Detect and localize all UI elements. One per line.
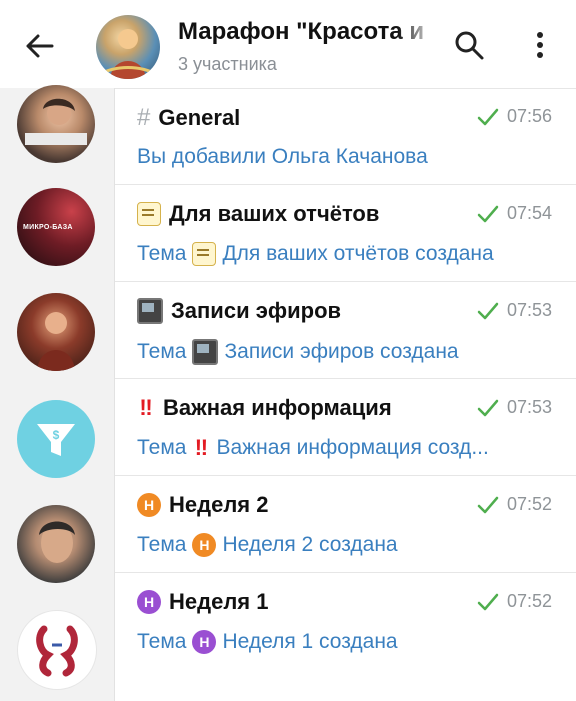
topic-title-row: Записи эфиров (137, 298, 341, 324)
topic-time-row: 07:54 (477, 203, 552, 224)
topic-title: Для ваших отчётов (169, 201, 380, 226)
message-prefix: Тема (137, 242, 187, 265)
topic-item-general[interactable]: # General 07:56 Вы добавили Ольга Качано… (115, 88, 576, 185)
check-icon (477, 302, 499, 319)
chat-title[interactable]: Марафон "Красота и (178, 18, 436, 48)
message-text: Важная информация созд... (216, 436, 489, 459)
search-icon (455, 31, 484, 60)
topic-item-week-2[interactable]: Н Неделя 2 07:52 Тема Н Неделя 2 создана (115, 476, 576, 573)
topic-item-recordings[interactable]: Записи эфиров 07:53 Тема Записи эфиров с… (115, 282, 576, 379)
tv-icon (192, 339, 219, 365)
message-text: Для ваших отчётов создана (222, 242, 494, 265)
avatar-mikro-baza[interactable]: МИКРО-БАЗА (17, 188, 95, 266)
message-text: Неделя 1 создана (222, 630, 398, 653)
group-avatar[interactable] (96, 15, 160, 79)
h-circle-orange-icon: Н (137, 493, 161, 517)
check-icon (477, 205, 499, 222)
topic-title-row: ‼ Важная информация (137, 395, 392, 421)
topic-item-week-1[interactable]: Н Неделя 1 07:52 Тема Н Неделя 1 создана (115, 573, 576, 669)
topic-time-row: 07:52 (477, 494, 552, 515)
topic-last-message: Вы добавили Ольга Качанова (137, 145, 428, 168)
message-prefix: Тема (137, 340, 187, 363)
message-prefix: Тема (137, 533, 187, 556)
avatar-logo[interactable] (17, 610, 97, 690)
avatar-woman-portrait[interactable] (17, 505, 95, 583)
topic-time-row: 07:52 (477, 591, 552, 612)
svg-text:$: $ (53, 428, 60, 442)
topic-last-message: Тема Н Неделя 1 создана (137, 630, 547, 654)
topic-time: 07:52 (506, 494, 552, 514)
arrow-left-icon (26, 34, 54, 58)
check-icon (477, 108, 499, 125)
topic-title-row: Н Неделя 1 (137, 589, 268, 615)
topic-last-message: Тема Н Неделя 2 создана (137, 533, 547, 557)
topic-title-row: Н Неделя 2 (137, 492, 268, 518)
memo-icon (192, 242, 217, 266)
chat-header: Марафон "Красота и 3 участника (0, 0, 576, 88)
topic-title: Неделя 2 (169, 492, 269, 517)
avatar-red-figure[interactable] (17, 293, 95, 371)
topic-title: Записи эфиров (171, 298, 342, 323)
topic-time: 07:54 (506, 203, 552, 223)
topic-time: 07:53 (506, 300, 552, 320)
topic-time: 07:52 (506, 591, 552, 611)
message-text: Записи эфиров создана (224, 340, 459, 363)
memo-icon (137, 202, 161, 226)
avatar-mikro-baza-text: МИКРО-БАЗА (23, 224, 73, 231)
topic-time-row: 07:56 (477, 106, 552, 127)
topic-title-row: # General (137, 104, 240, 132)
topic-title: Важная информация (163, 395, 392, 420)
avatar-funnel-dollar[interactable]: $ (17, 400, 95, 478)
back-button[interactable] (18, 24, 62, 68)
check-icon (477, 496, 499, 513)
check-icon (477, 399, 499, 416)
search-button[interactable] (452, 28, 486, 62)
topic-last-message: Тема Для ваших отчётов создана (137, 242, 547, 266)
tv-icon (137, 298, 163, 324)
topic-item-important[interactable]: ‼ Важная информация 07:53 Тема ‼ Важная … (115, 379, 576, 476)
topic-item-reports[interactable]: Для ваших отчётов 07:54 Тема Для ваших о… (115, 185, 576, 282)
topic-time: 07:53 (506, 397, 552, 417)
topic-time-row: 07:53 (477, 300, 552, 321)
message-prefix: Тема (137, 436, 187, 459)
topic-title-row: Для ваших отчётов (137, 201, 379, 227)
topic-time: 07:56 (506, 106, 552, 126)
message-text: Неделя 2 создана (222, 533, 398, 556)
topic-title: General (158, 105, 241, 130)
h-circle-purple-icon: Н (137, 590, 161, 614)
more-vert-icon (537, 32, 543, 58)
participants-count: 3 участника (178, 54, 277, 74)
h-circle-purple-icon: Н (192, 630, 217, 654)
group-avatar-image (97, 29, 159, 79)
more-options-button[interactable] (528, 28, 552, 62)
topic-last-message: Тема Записи эфиров создана (137, 339, 547, 365)
hash-icon: # (137, 104, 151, 131)
avatar-woman-book[interactable] (17, 85, 95, 163)
h-circle-orange-icon: Н (192, 533, 217, 557)
double-exclamation-icon: ‼ (139, 395, 153, 420)
chats-sidebar: МИКРО-БАЗА $ (0, 85, 115, 701)
topic-last-message: Тема ‼ Важная информация созд... (137, 436, 547, 460)
check-icon (477, 593, 499, 610)
topic-title: Неделя 1 (169, 589, 269, 614)
topic-time-row: 07:53 (477, 397, 552, 418)
message-prefix: Тема (137, 630, 187, 653)
double-exclamation-icon: ‼ (194, 436, 209, 460)
